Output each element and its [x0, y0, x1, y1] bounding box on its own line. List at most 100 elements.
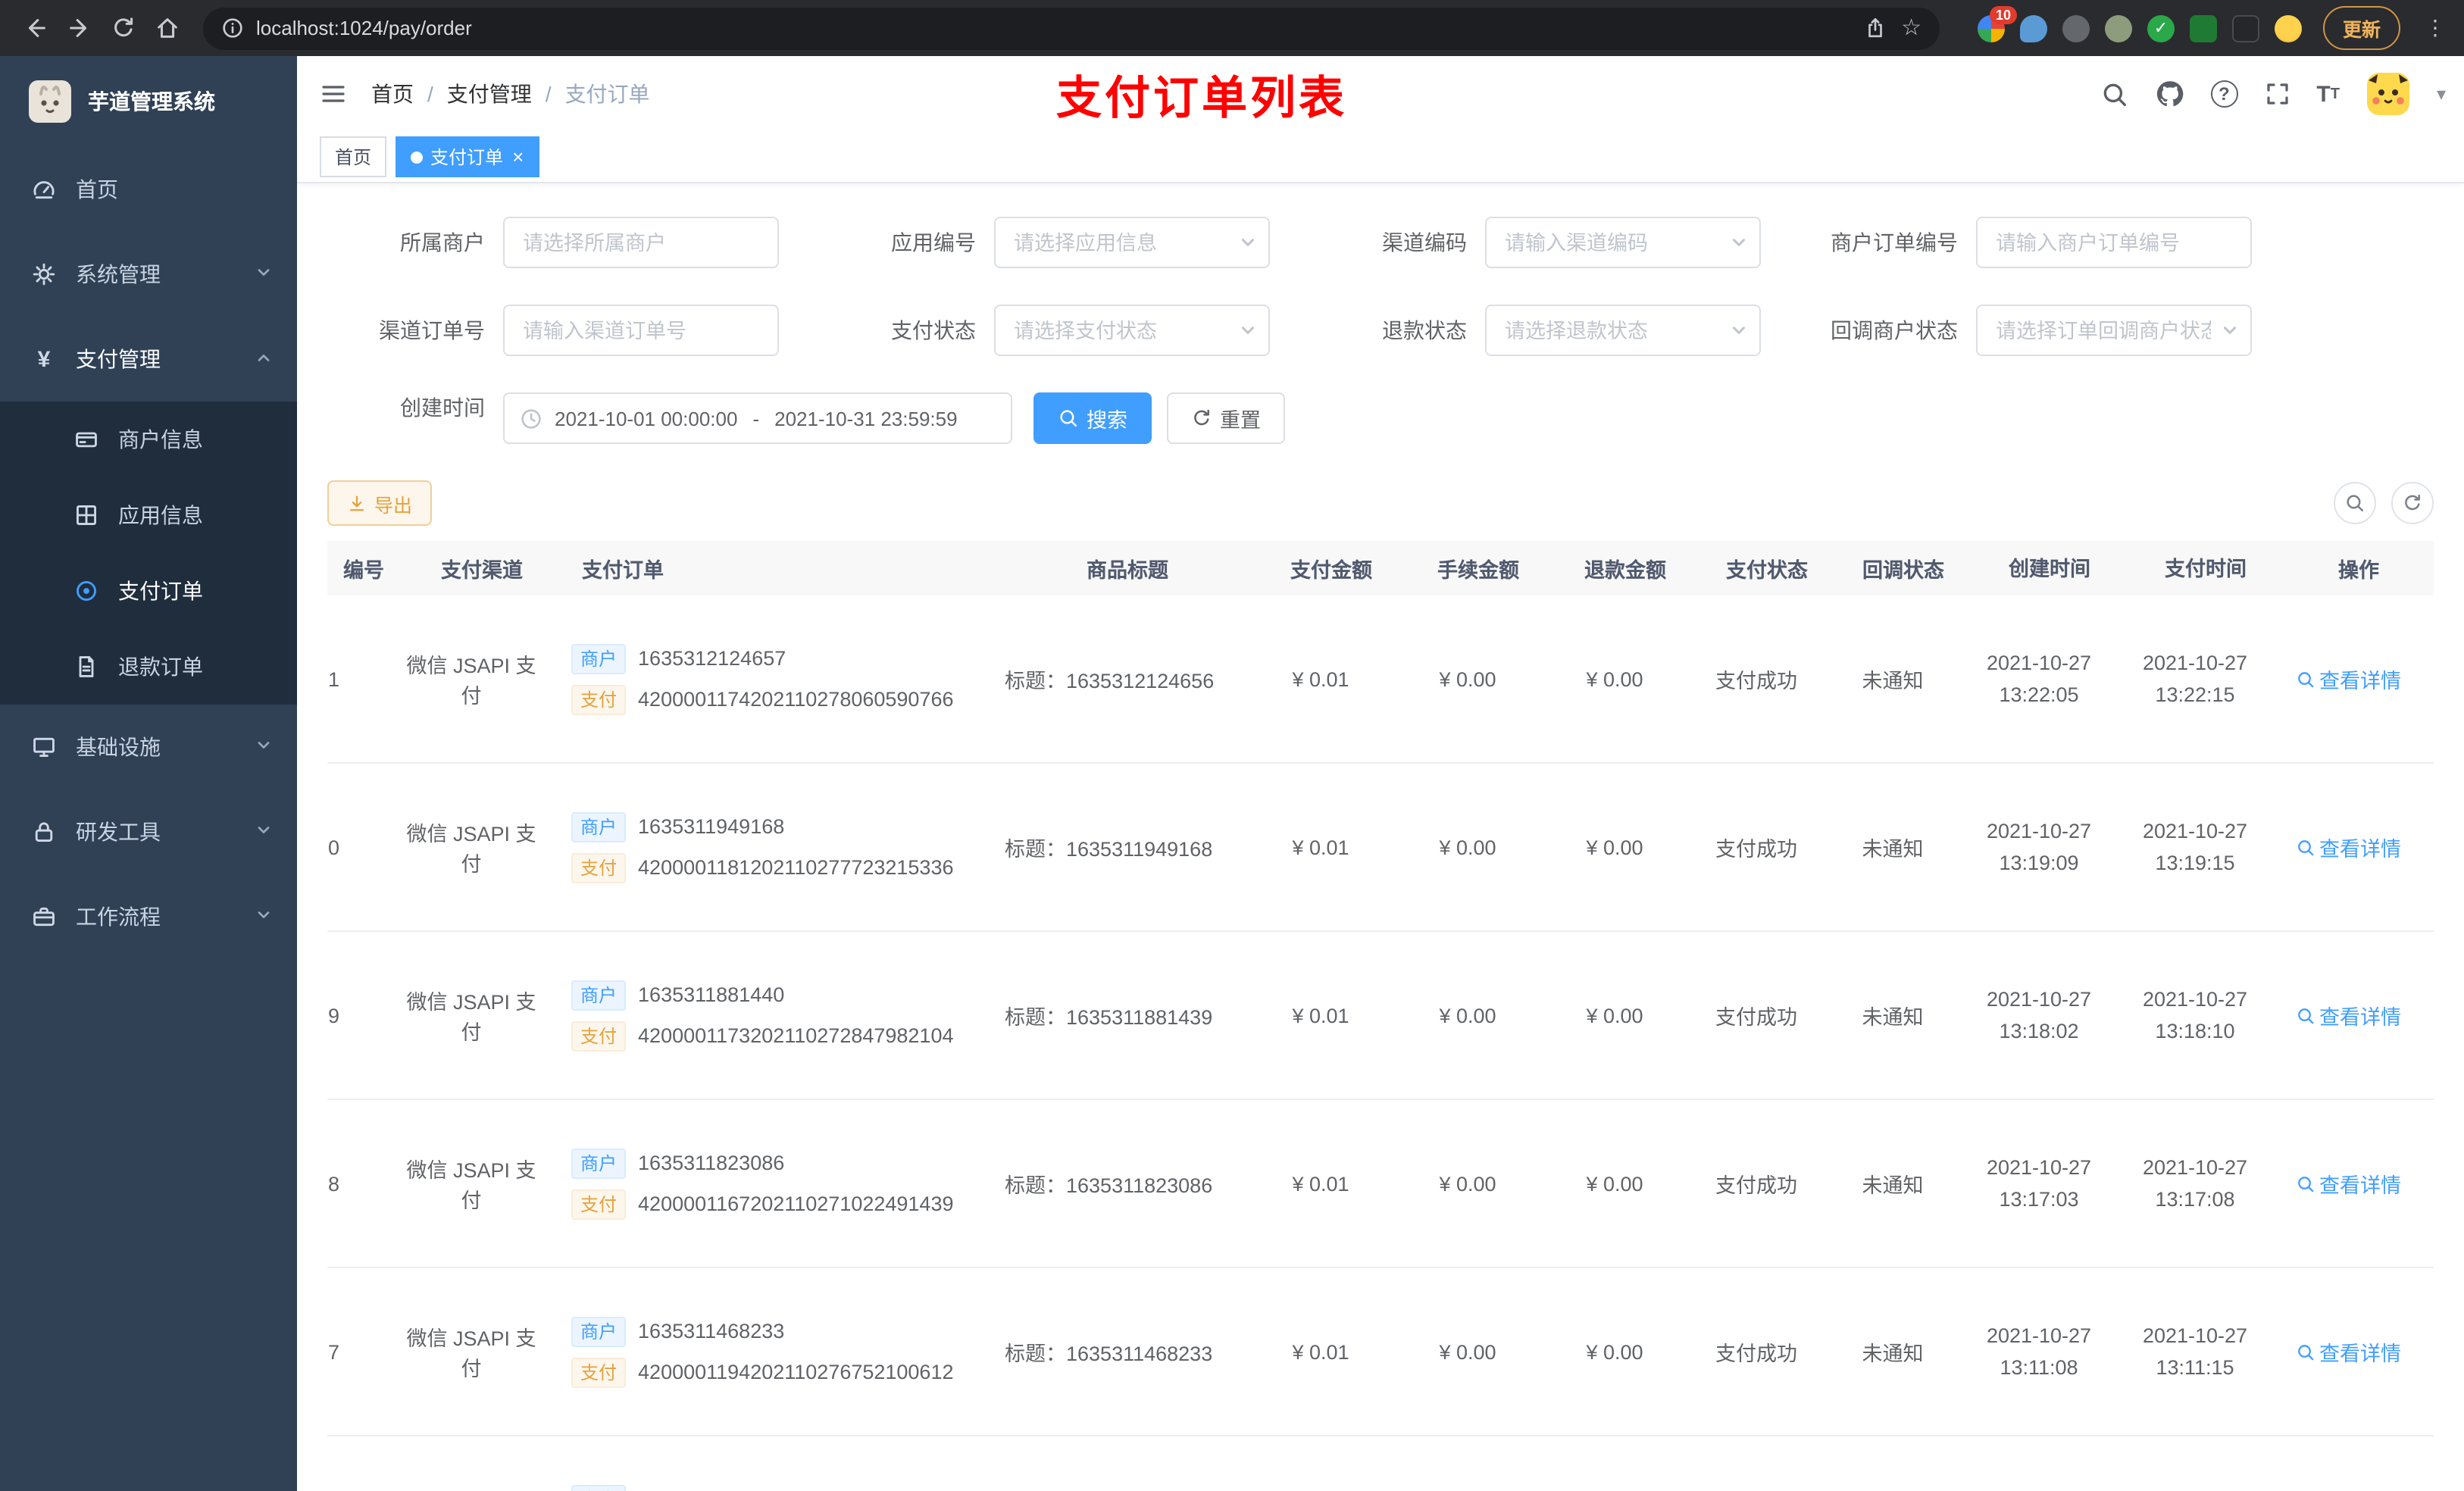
cell-notify: 未通知 [1862, 838, 1924, 861]
address-bar[interactable]: localhost:1024/pay/order ☆ [203, 7, 1940, 49]
export-button[interactable]: 导出 [327, 480, 433, 526]
filter-pay-status: 支付状态 [818, 305, 1309, 356]
col-header-refund: 退款金额 [1584, 559, 1666, 582]
yen-icon: ¥ [37, 346, 51, 372]
chevron-up-icon [255, 347, 273, 371]
table-row[interactable]: 18 微信 JSAPI 支付 商户 1635311823086 支付 [327, 1100, 2434, 1268]
caret-down-icon[interactable]: ▾ [2437, 83, 2446, 105]
user-avatar[interactable] [2366, 71, 2411, 117]
hamburger-icon[interactable] [320, 80, 347, 108]
home-icon[interactable] [147, 8, 188, 48]
extension-blue-icon[interactable] [2019, 14, 2047, 42]
cell-title: 标题：1635311881439 [1005, 1006, 1213, 1029]
view-detail-link[interactable]: 查看详情 [2295, 1168, 2401, 1199]
sidebar-item-infrastructure[interactable]: 基础设施 [0, 705, 297, 789]
close-icon[interactable]: × [512, 147, 524, 167]
extension-puzzle-icon[interactable] [2231, 14, 2259, 42]
sidebar-item-app-info[interactable]: 应用信息 [0, 477, 297, 553]
extension-green-square-icon[interactable] [2189, 14, 2217, 42]
sidebar-item-label: 工作流程 [76, 905, 161, 929]
document-icon [73, 655, 100, 679]
extension-dark-icon[interactable] [2062, 14, 2090, 42]
grid-icon [73, 503, 100, 527]
back-icon[interactable] [15, 8, 56, 48]
reload-icon[interactable] [103, 8, 144, 48]
cell-title: 标题：1635311823086 [1005, 1174, 1213, 1197]
notify-status-select[interactable] [1976, 305, 2252, 356]
bookmark-star-icon[interactable]: ☆ [1901, 16, 1921, 39]
pay-status-select[interactable] [994, 305, 1270, 356]
chevron-down-icon [2220, 320, 2240, 340]
extension-colorful-icon[interactable]: 10 [1977, 5, 2017, 42]
profile-avatar-icon[interactable] [2274, 14, 2302, 42]
channel-order-no-input[interactable] [503, 305, 779, 356]
sidebar-item-payment[interactable]: ¥ 支付管理 [0, 317, 297, 402]
reset-button[interactable]: 重置 [1167, 392, 1285, 444]
filter-label: 所属商户 [400, 230, 485, 255]
table-row[interactable]: 商户 1635311157126 支付 [327, 1436, 2434, 1491]
table-row[interactable]: 20 微信 JSAPI 支付 商户 1635311949168 支付 [327, 764, 2434, 932]
cell-refund: ¥ 0.00 [1586, 667, 1643, 690]
search-button[interactable]: 搜索 [1033, 392, 1152, 444]
sidebar-item-merchant-info[interactable]: 商户信息 [0, 402, 297, 477]
fullscreen-icon[interactable] [2263, 80, 2290, 108]
forward-icon[interactable] [59, 8, 100, 48]
font-size-icon[interactable]: TT [2316, 81, 2340, 107]
filter-label: 退款状态 [1382, 318, 1467, 342]
breadcrumb-home[interactable]: 首页 [371, 79, 414, 109]
sidebar-item-pay-order[interactable]: 支付订单 [0, 553, 297, 629]
sidebar-item-workflow[interactable]: 工作流程 [0, 874, 297, 959]
extension-check-icon[interactable]: ✓ [2147, 14, 2175, 42]
github-icon[interactable] [2154, 79, 2184, 109]
tab-home[interactable]: 首页 [320, 136, 387, 177]
extension-olive-icon[interactable] [2104, 14, 2132, 42]
merchant-order-no: 1635311157126 [638, 1488, 783, 1491]
cell-fee: ¥ 0.00 [1439, 836, 1496, 858]
col-header-channel: 支付渠道 [441, 559, 523, 582]
view-detail-link[interactable]: 查看详情 [2295, 1336, 2401, 1367]
refund-status-select[interactable] [1485, 305, 1761, 356]
merchant-tag: 商户 [571, 1484, 627, 1491]
col-header-action: 操作 [2338, 559, 2379, 582]
cell-action: 查看详情 [2273, 1168, 2423, 1199]
site-info-icon[interactable] [221, 17, 244, 39]
channel-code-select[interactable] [1485, 217, 1761, 268]
share-icon[interactable] [1863, 17, 1886, 39]
merchant-input[interactable] [503, 217, 779, 268]
help-icon[interactable]: ? [2210, 80, 2238, 108]
browser-menu-icon[interactable]: ⋮ [2425, 16, 2446, 40]
sidebar-item-home[interactable]: 首页 [0, 147, 297, 232]
breadcrumb-payment[interactable]: 支付管理 [447, 79, 532, 109]
chevron-down-icon [1729, 320, 1749, 340]
toggle-search-button[interactable] [2334, 482, 2376, 524]
table-row[interactable]: 21 微信 JSAPI 支付 商户 1635312124657 支付 [327, 595, 2434, 764]
sidebar-item-dev-tools[interactable]: 研发工具 [0, 789, 297, 874]
tab-pay-order[interactable]: 支付订单 × [396, 136, 539, 177]
merchant-order-no-input[interactable] [1976, 217, 2252, 268]
filter-label: 应用编号 [891, 230, 976, 255]
chevron-down-icon [255, 905, 273, 929]
cell-create-time: 2021-10-27 13:18:02 [1986, 988, 2092, 1042]
cell-action: 查看详情 [2273, 1000, 2423, 1030]
table-row[interactable]: 19 微信 JSAPI 支付 商户 1635311881440 支付 [327, 932, 2434, 1100]
view-detail-link[interactable]: 查看详情 [2295, 832, 2401, 862]
breadcrumb: 首页 / 支付管理 / 支付订单 [371, 79, 650, 109]
cell-id: 21 [327, 667, 340, 690]
refresh-button[interactable] [2391, 482, 2434, 524]
search-icon[interactable] [2100, 80, 2128, 108]
view-detail-link[interactable]: 查看详情 [2295, 664, 2401, 694]
sidebar-item-system[interactable]: 系统管理 [0, 232, 297, 317]
cell-id: 20 [327, 836, 340, 858]
topbar: 首页 / 支付管理 / 支付订单 支付订单列表 ? T T ▾ [297, 56, 2464, 132]
pay-tag: 支付 [571, 1021, 627, 1051]
app-no-select[interactable] [994, 217, 1270, 268]
browser-update-button[interactable]: 更新 [2322, 6, 2400, 50]
cell-title: 标题：1635312124656 [1005, 670, 1215, 692]
sidebar-item-refund-order[interactable]: 退款订单 [0, 629, 297, 705]
table-row[interactable]: 17 微信 JSAPI 支付 商户 1635311468233 支付 [327, 1268, 2434, 1436]
cell-refund: ¥ 0.00 [1586, 1004, 1643, 1027]
date-separator: - [752, 407, 760, 430]
create-time-range-picker[interactable]: 2021-10-01 00:00:00 - 2021-10-31 23:59:5… [503, 392, 1012, 444]
view-detail-link[interactable]: 查看详情 [2295, 1000, 2401, 1030]
table-toolbar: 导出 [327, 480, 2434, 526]
